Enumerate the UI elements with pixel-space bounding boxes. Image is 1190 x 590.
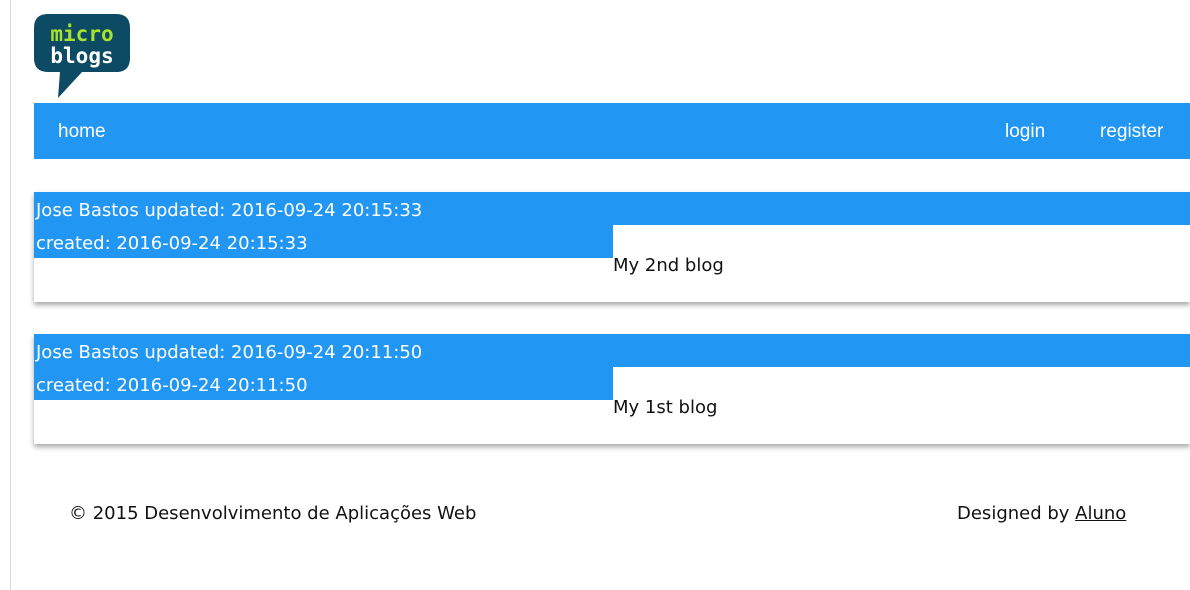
post-body-text: My 2nd blog <box>613 255 724 276</box>
footer-copyright: © 2015 Desenvolvimento de Aplicações Web <box>69 503 477 524</box>
footer-designed-by: Designed by Aluno <box>957 503 1126 524</box>
left-border-line <box>10 0 11 590</box>
footer-designed-by-label: Designed by <box>957 503 1076 524</box>
logo-text-blogs: blogs <box>50 44 113 68</box>
blog-post-card: Jose Bastos updated: 2016-09-24 20:11:50… <box>34 334 1190 444</box>
nav-home-link[interactable]: home <box>58 121 106 143</box>
speech-bubble-logo-icon: micro blogs <box>34 14 130 98</box>
microblogs-logo[interactable]: micro blogs <box>34 14 130 100</box>
top-navigation-bar: home login register <box>34 103 1190 159</box>
footer-author-link[interactable]: Aluno <box>1075 503 1126 524</box>
post-author-updated: Jose Bastos updated: 2016-09-24 20:11:50 <box>36 342 423 363</box>
post-author-updated: Jose Bastos updated: 2016-09-24 20:15:33 <box>36 200 423 221</box>
post-created-date: created: 2016-09-24 20:15:33 <box>36 233 308 254</box>
logo-text-micro: micro <box>50 22 113 46</box>
post-body-text: My 1st blog <box>613 397 718 418</box>
nav-register-link[interactable]: register <box>1100 121 1163 143</box>
blog-post-card: Jose Bastos updated: 2016-09-24 20:15:33… <box>34 192 1190 302</box>
nav-login-link[interactable]: login <box>1005 121 1045 143</box>
post-created-date: created: 2016-09-24 20:11:50 <box>36 375 308 396</box>
